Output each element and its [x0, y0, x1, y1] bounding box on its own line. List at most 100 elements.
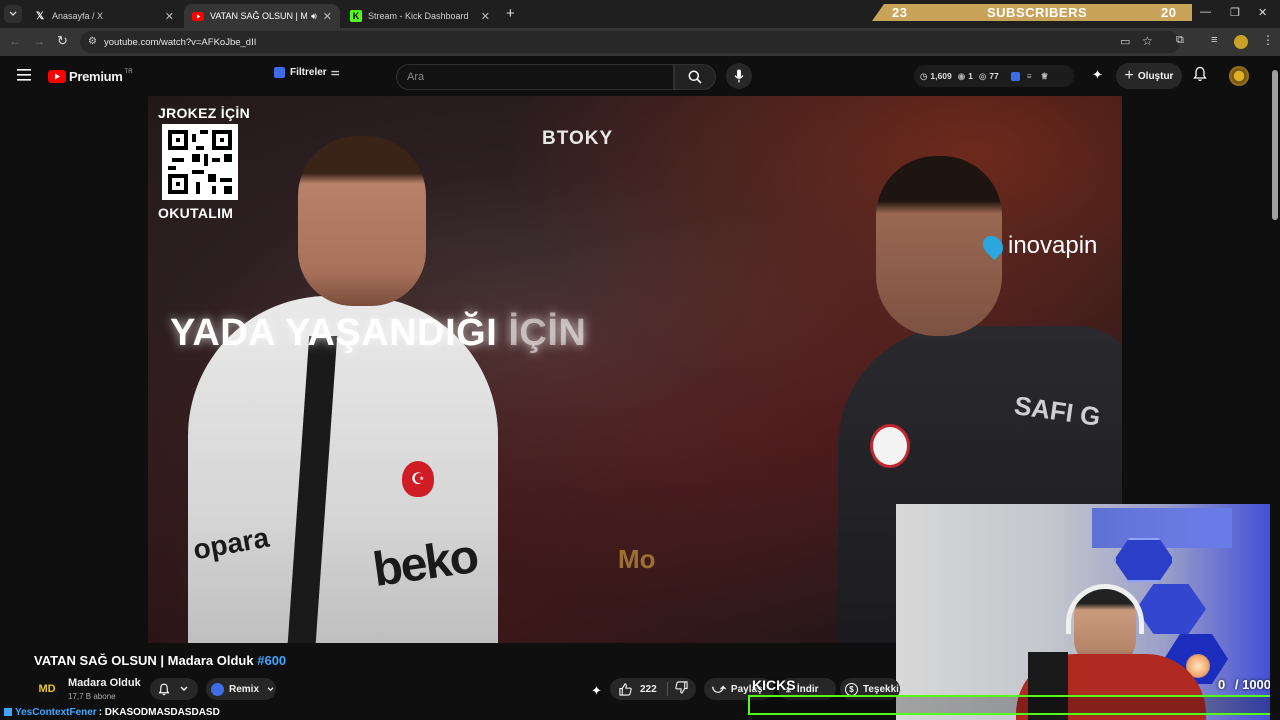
qr-top-text: JROKEZ İÇİN: [158, 105, 250, 121]
tab-twitter[interactable]: 𝕏 Anasayfa / X ✕: [26, 4, 182, 28]
hamburger-menu-icon[interactable]: [17, 68, 31, 86]
tab-title: Anasayfa / X: [52, 11, 104, 21]
search-placeholder: Ara: [407, 71, 425, 83]
list-icon[interactable]: ≡: [1027, 71, 1032, 81]
stat-a: 1,609: [930, 71, 952, 81]
close-tab-icon[interactable]: ✕: [481, 10, 490, 23]
minimize-button[interactable]: —: [1200, 6, 1211, 18]
close-window-button[interactable]: ✕: [1258, 6, 1267, 19]
thumbs-down-icon: [675, 681, 688, 694]
subscriber-count-text: 17,7 B abone: [68, 692, 116, 701]
cast-icon[interactable]: ▭: [1120, 35, 1130, 48]
qr-code: [162, 124, 238, 200]
remix-label: Remix: [229, 683, 260, 695]
search-input[interactable]: Ara: [396, 64, 674, 90]
subscribe-bell-button[interactable]: [150, 678, 198, 700]
sliders-icon: ⚌: [330, 67, 340, 78]
download-label: İndir: [796, 683, 819, 695]
remix-button[interactable]: Remix: [206, 678, 276, 700]
browser-toolbar: ← → ↻ ⚙︎ youtube.com/watch?v=AFKoJbe_dII…: [0, 28, 1280, 56]
tab-youtube[interactable]: VATAN SAĞ OLSUN | Mada 🔊︎ ✕: [184, 4, 340, 28]
share-arrow-icon: ⤻: [712, 681, 726, 696]
notifications-bell-icon[interactable]: [1193, 66, 1207, 87]
back-arrow-icon[interactable]: ←: [9, 34, 21, 48]
extensions-icon[interactable]: ⧉: [1176, 34, 1184, 47]
forward-arrow-icon[interactable]: →: [33, 34, 45, 48]
kicks-value: 0: [1218, 677, 1226, 692]
shelf-left: [1092, 508, 1232, 548]
scrollbar-thumb[interactable]: [1272, 70, 1278, 220]
caption: YADA YAŞANDIĞI İÇİN: [170, 312, 586, 355]
clock-icon: ◷: [920, 70, 928, 81]
qr-bottom-text: OKUTALIM: [158, 205, 234, 221]
like-count: 222: [640, 683, 657, 695]
kick-icon: K: [350, 10, 362, 22]
address-bar[interactable]: ⚙︎ youtube.com/watch?v=AFKoJbe_dII ▭ ☆: [80, 31, 1180, 53]
reading-list-icon[interactable]: ≡: [1211, 34, 1217, 46]
logo-text: Premium: [69, 69, 123, 84]
kicks-goal-bar: [748, 695, 1280, 715]
chat-user-icon: [4, 708, 12, 716]
subscriber-count: 23: [892, 5, 908, 20]
channel-avatar[interactable]: MD: [36, 678, 58, 700]
view-icon: ◎: [978, 70, 987, 81]
sponsor-logo: inovapin: [978, 231, 1098, 261]
speaker-icon[interactable]: 🔊︎: [311, 11, 317, 22]
site-info-icon[interactable]: ⚙︎: [88, 36, 97, 47]
profile-avatar[interactable]: [1234, 35, 1248, 49]
filters-label: Filtreler: [290, 67, 327, 78]
trophy-icon[interactable]: ♕: [1041, 71, 1049, 82]
dislike-button[interactable]: [675, 681, 688, 697]
new-tab-button[interactable]: +: [506, 5, 515, 22]
create-button[interactable]: + Oluştur: [1116, 63, 1182, 89]
video-title: VATAN SAĞ OLSUN | Madara Olduk #600: [34, 653, 286, 668]
voice-search-button[interactable]: [726, 63, 752, 89]
thumbs-up-icon: [619, 682, 632, 696]
chat-overlay: YesContextFener : DKASODMASDASDASD: [0, 704, 230, 720]
sponsor-text: inovapin: [1008, 232, 1098, 259]
thanks-dollar-icon: $: [845, 682, 858, 696]
restore-button[interactable]: ❐: [1230, 6, 1240, 19]
tab-search-button[interactable]: [4, 5, 22, 23]
tab-kick[interactable]: K Stream - Kick Dashboard ✕: [342, 4, 498, 28]
eye-icon: ◉: [957, 70, 966, 81]
qr-code-icon: [168, 130, 232, 194]
url-text[interactable]: youtube.com/watch?v=AFKoJbe_dII: [104, 37, 256, 48]
remix-ext-icon: [211, 682, 224, 696]
league-badge: [870, 424, 910, 468]
pin-icon: [978, 231, 1008, 261]
browser-tab-strip: 𝕏 Anasayfa / X ✕ VATAN SAĞ OLSUN | Mada …: [0, 0, 1280, 28]
video-hashtag[interactable]: #600: [257, 653, 286, 668]
chevron-down-icon: [267, 686, 274, 691]
user-avatar[interactable]: [1229, 66, 1249, 86]
chat-message: : DKASODMASDASDASD: [98, 706, 220, 718]
puzzle-extension-icon[interactable]: ✦: [1092, 67, 1103, 83]
search-icon: [688, 70, 702, 84]
close-tab-icon[interactable]: ✕: [323, 10, 332, 23]
corner-mark-text: Mo: [618, 544, 656, 574]
logo-region: TR: [124, 68, 133, 75]
subscriber-goal: 20: [1161, 5, 1177, 20]
reload-icon[interactable]: ↻: [57, 33, 68, 49]
tab-title: Stream - Kick Dashboard: [368, 11, 469, 21]
sparkle-extension-icon[interactable]: ✦: [591, 683, 602, 699]
ext-logo-icon[interactable]: [1010, 71, 1020, 81]
channel-badge-text: MD: [38, 683, 56, 695]
filters-button[interactable]: Filtreler ⚌: [274, 67, 340, 78]
like-divider: [666, 682, 668, 696]
menu-dots-icon[interactable]: ⋮: [1262, 33, 1274, 47]
close-tab-icon[interactable]: ✕: [165, 10, 174, 23]
video-title-text: VATAN SAĞ OLSUN | Madara Olduk: [34, 653, 254, 668]
caption-main-text: YADA YAŞANDIĞI: [170, 312, 498, 354]
youtube-premium-logo[interactable]: Premium TR: [48, 69, 133, 84]
tab-title: VATAN SAĞ OLSUN | Mada: [210, 11, 308, 21]
chat-username: YesContextFener: [15, 706, 97, 718]
search-button[interactable]: [674, 64, 716, 90]
stat-b: 1: [968, 71, 973, 81]
channel-name[interactable]: Madara Olduk: [68, 677, 141, 689]
filter-ext-icon: [274, 67, 285, 78]
like-button[interactable]: 222: [610, 682, 657, 696]
kicks-progress: 0 / 1000: [1218, 677, 1271, 692]
bookmark-star-icon[interactable]: ☆: [1142, 34, 1153, 48]
chevron-down-icon: [9, 11, 17, 16]
